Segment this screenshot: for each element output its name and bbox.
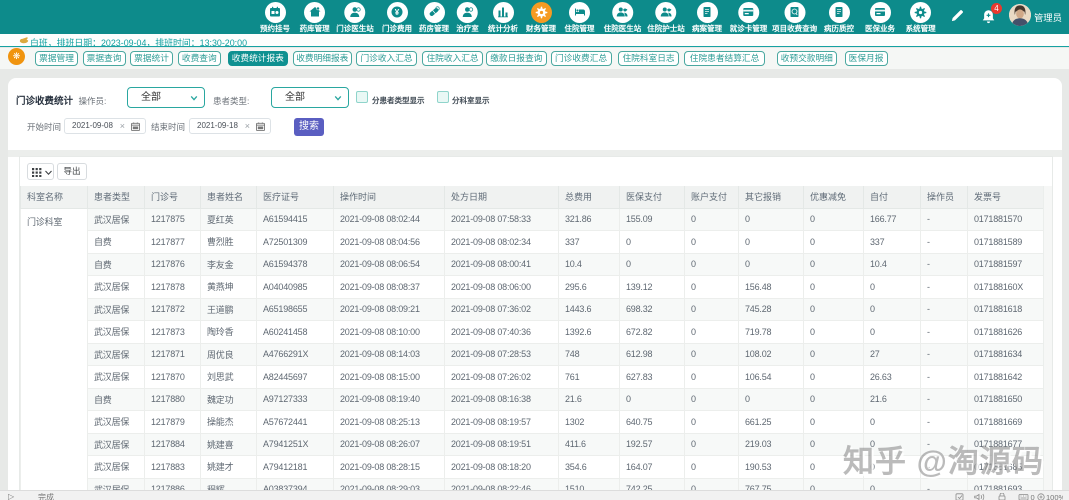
svg-text:0: 0 xyxy=(1031,493,1035,500)
svg-text:¥: ¥ xyxy=(395,8,400,17)
svg-text:100%: 100% xyxy=(1046,493,1063,500)
